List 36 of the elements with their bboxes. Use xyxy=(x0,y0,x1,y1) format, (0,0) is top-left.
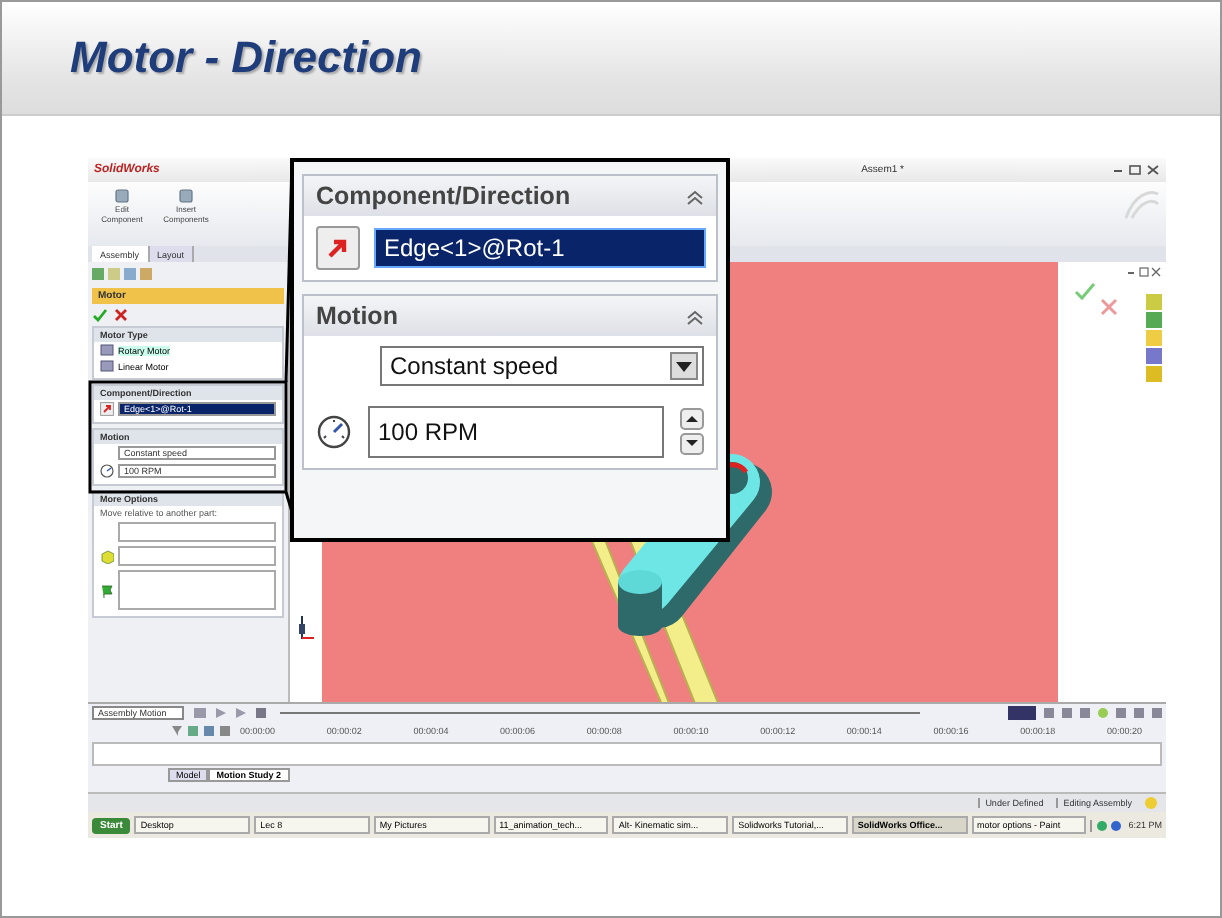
zoom-level-dropdown-icon xyxy=(1008,706,1036,720)
swoosh-logo-icon xyxy=(1122,186,1162,222)
feature-tree-icons xyxy=(92,266,152,282)
component-field[interactable] xyxy=(118,546,276,566)
confirm-cancel-icon xyxy=(1074,282,1118,318)
triad-icon xyxy=(296,614,316,642)
filter-icons xyxy=(172,724,232,738)
collapse-chevron-icon xyxy=(686,307,704,325)
direction-arrow-icon xyxy=(324,234,352,262)
part-field[interactable] xyxy=(118,522,276,542)
section-title: Component/Direction xyxy=(316,182,571,210)
keypoint-icon xyxy=(1098,708,1108,718)
gauge-icon xyxy=(316,414,352,450)
section-title: Motion xyxy=(316,302,398,330)
window-controls-icon xyxy=(1112,164,1160,176)
ok-cancel-icon xyxy=(92,308,128,322)
playback-controls-icon xyxy=(192,706,272,720)
field-value: 100 RPM xyxy=(378,418,479,446)
direction-field[interactable]: Edge<1>@Rot-1 xyxy=(376,230,704,266)
motion-type-dropdown[interactable]: Constant speed xyxy=(380,346,704,386)
pane-controls-icon xyxy=(1126,266,1162,278)
collapse-chevron-icon xyxy=(686,187,704,205)
speed-field[interactable]: 100 RPM xyxy=(368,406,664,458)
gauge-icon xyxy=(100,464,114,478)
reverse-direction-button[interactable] xyxy=(316,226,360,270)
spinner-arrows-icon xyxy=(680,408,704,456)
task-pane-tab-icons xyxy=(1146,294,1162,382)
tool-icon xyxy=(114,188,130,204)
dropdown-value: Constant speed xyxy=(390,352,559,380)
flag-icon xyxy=(100,583,114,597)
tool-icon xyxy=(178,188,194,204)
slide-title: Motor - Direction xyxy=(70,32,422,84)
direction-arrow-icon xyxy=(100,402,114,416)
load-field[interactable] xyxy=(118,570,276,610)
status-bulb-icon xyxy=(1144,796,1158,810)
tray-icons xyxy=(1096,819,1125,831)
